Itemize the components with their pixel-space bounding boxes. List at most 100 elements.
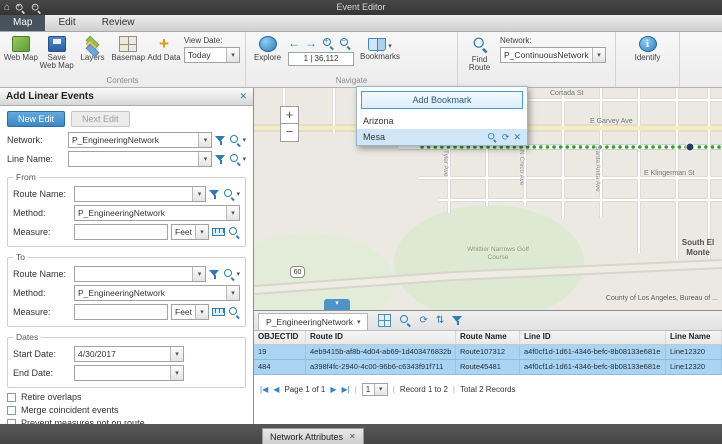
from-unit-select[interactable]: Feet ▾ <box>171 224 209 240</box>
zoom-to-bookmark-icon[interactable] <box>487 132 497 142</box>
show-selected-records-icon[interactable] <box>378 314 391 327</box>
refresh-grid-icon[interactable]: ⟳ <box>419 314 427 327</box>
last-page-icon[interactable]: ▶| <box>341 385 349 394</box>
zoom-in-icon[interactable]: + <box>15 2 25 12</box>
magnifier-icon[interactable] <box>228 226 240 238</box>
collapse-attribute-panel-button[interactable]: ▾ <box>324 299 350 310</box>
add-bookmark-button[interactable]: Add Bookmark <box>361 91 523 109</box>
tab-map[interactable]: Map <box>0 15 45 31</box>
start-date-picker[interactable]: 4/30/2017 ▾ <box>74 346 184 362</box>
refresh-bookmark-icon[interactable]: ⟳ <box>502 133 510 142</box>
identify-button[interactable]: i Identify <box>629 34 666 62</box>
merge-coincident-checkbox[interactable] <box>7 406 16 415</box>
new-edit-button[interactable]: New Edit <box>7 111 65 127</box>
retire-overlaps-checkbox[interactable] <box>7 393 16 402</box>
map-zoom-out-button[interactable]: − <box>280 124 299 142</box>
tab-review[interactable]: Review <box>89 15 148 31</box>
table-row[interactable]: 19 4eb9415b-af8b-4d04-ab69-1d403476832b … <box>254 345 722 360</box>
from-route-name-select[interactable]: ▾ <box>74 186 206 202</box>
network-select[interactable]: P_ContinuousNetwork ▾ <box>500 47 606 63</box>
merge-coincident-option[interactable]: Merge coincident events <box>7 405 246 415</box>
basemap-icon <box>119 36 137 52</box>
zoom-menu-button[interactable]: ▾ <box>229 153 246 165</box>
add-data-button[interactable]: + Add Data <box>146 34 182 62</box>
chevron-down-icon: ▾ <box>242 137 246 144</box>
magnifier-icon <box>223 188 235 200</box>
page-indicator: Page 1 of 1 <box>284 385 325 394</box>
line-name-label: Line Name: <box>7 154 65 164</box>
grid-tab-engineering-network[interactable]: P_EngineeringNetwork ▾ <box>258 313 368 330</box>
zoom-out-icon[interactable]: − <box>31 2 41 12</box>
find-route-button[interactable]: Find Route <box>461 34 498 72</box>
close-icon[interactable]: ✕ <box>239 91 247 102</box>
tab-network-attributes[interactable]: Network Attributes ✕ <box>262 428 364 444</box>
street-label: E Garvey Ave <box>590 118 633 125</box>
view-date-select[interactable]: Today ▾ <box>184 47 240 63</box>
first-page-icon[interactable]: |◀ <box>260 385 268 394</box>
to-group: To Route Name: ▾ ▾ Method: P_Engineering… <box>7 252 246 327</box>
grid-header-row: OBJECTID Route ID Route Name Line ID Lin… <box>254 331 722 345</box>
map-scale-input[interactable]: 1 | 36,112 <box>288 52 354 66</box>
chevron-down-icon: ▾ <box>175 370 179 377</box>
chevron-down-icon: ▾ <box>242 156 246 163</box>
switch-selection-icon[interactable]: ⇅ <box>436 314 444 327</box>
magnifier-icon[interactable] <box>228 306 240 318</box>
select-on-map-icon[interactable] <box>215 154 226 165</box>
zoom-menu-button[interactable]: ▾ <box>229 134 246 146</box>
save-web-map-button[interactable]: Save Web Map <box>39 34 75 70</box>
bookmarks-button[interactable]: ▾ Bookmarks <box>358 34 402 61</box>
zoom-to-selection-icon[interactable] <box>399 314 411 326</box>
city-label: South El Monte <box>674 238 722 258</box>
table-row[interactable]: 484 a398f4fc-2940-4c00-96b6-c6343f91f711… <box>254 360 722 375</box>
layers-button[interactable]: Layers <box>75 34 111 62</box>
to-measure-input[interactable] <box>74 304 168 320</box>
from-measure-input[interactable] <box>74 224 168 240</box>
map-zoom-in-button[interactable]: + <box>280 106 299 124</box>
save-icon <box>48 36 66 52</box>
line-name-select[interactable]: ▾ <box>68 151 212 167</box>
chevron-down-icon: ▾ <box>200 309 204 316</box>
measure-tool-icon[interactable] <box>212 228 225 236</box>
page-size-select[interactable]: 1 ▾ <box>362 383 388 396</box>
next-edit-button[interactable]: Next Edit <box>71 111 130 127</box>
bookmark-item-mesa[interactable]: Mesa ⟳ ✕ <box>357 129 527 145</box>
home-icon[interactable]: ⌂ <box>4 3 10 13</box>
explore-button[interactable]: Explore <box>249 34 286 62</box>
previous-page-icon[interactable]: ◀ <box>273 385 279 394</box>
web-map-button[interactable]: Web Map <box>3 34 39 62</box>
next-extent-icon[interactable]: → <box>305 37 317 49</box>
close-icon[interactable]: ✕ <box>349 432 356 441</box>
to-route-name-select[interactable]: ▾ <box>74 266 206 282</box>
to-legend: To <box>13 252 28 262</box>
zoom-menu-button[interactable]: ▾ <box>223 268 240 280</box>
select-on-map-icon[interactable] <box>209 189 220 200</box>
end-date-picker[interactable]: ▾ <box>74 365 184 381</box>
select-on-map-icon[interactable] <box>215 135 226 146</box>
dates-legend: Dates <box>13 332 41 342</box>
bookmark-item-arizona[interactable]: Arizona <box>357 113 527 129</box>
next-page-icon[interactable]: ▶ <box>330 385 336 394</box>
to-unit-select[interactable]: Feet ▾ <box>171 304 209 320</box>
tab-edit[interactable]: Edit <box>45 15 88 31</box>
chevron-down-icon: ▾ <box>597 52 601 59</box>
filter-grid-icon[interactable] <box>452 315 463 326</box>
attribute-grid-panel: P_EngineeringNetwork ▾ ⟳ ⇅ OBJECTID Rout… <box>254 310 722 424</box>
previous-extent-icon[interactable]: ← <box>288 37 300 49</box>
delete-bookmark-icon[interactable]: ✕ <box>513 133 521 142</box>
from-method-select[interactable]: P_EngineeringNetwork ▾ <box>74 205 240 221</box>
zoom-out-tool-icon[interactable]: − <box>339 37 351 49</box>
retire-overlaps-option[interactable]: Retire overlaps <box>7 392 246 402</box>
view-date-control: View Date: Today ▾ <box>182 34 242 63</box>
panel-network-select[interactable]: P_EngineeringNetwork ▾ <box>68 132 212 148</box>
bookmarks-icon <box>368 38 386 51</box>
ribbon-tab-bar: Map Edit Review <box>0 15 722 32</box>
select-on-map-icon[interactable] <box>209 269 220 280</box>
zoom-menu-button[interactable]: ▾ <box>223 188 240 200</box>
basemap-button[interactable]: Basemap <box>110 34 146 62</box>
to-method-select[interactable]: P_EngineeringNetwork ▾ <box>74 285 240 301</box>
grid-toolbar: ⟳ ⇅ <box>378 310 463 330</box>
measure-tool-icon[interactable] <box>212 308 225 316</box>
zoom-in-tool-icon[interactable]: + <box>322 37 334 49</box>
street-label: Cortada St <box>550 90 583 97</box>
contents-group-label: Contents <box>0 75 245 87</box>
